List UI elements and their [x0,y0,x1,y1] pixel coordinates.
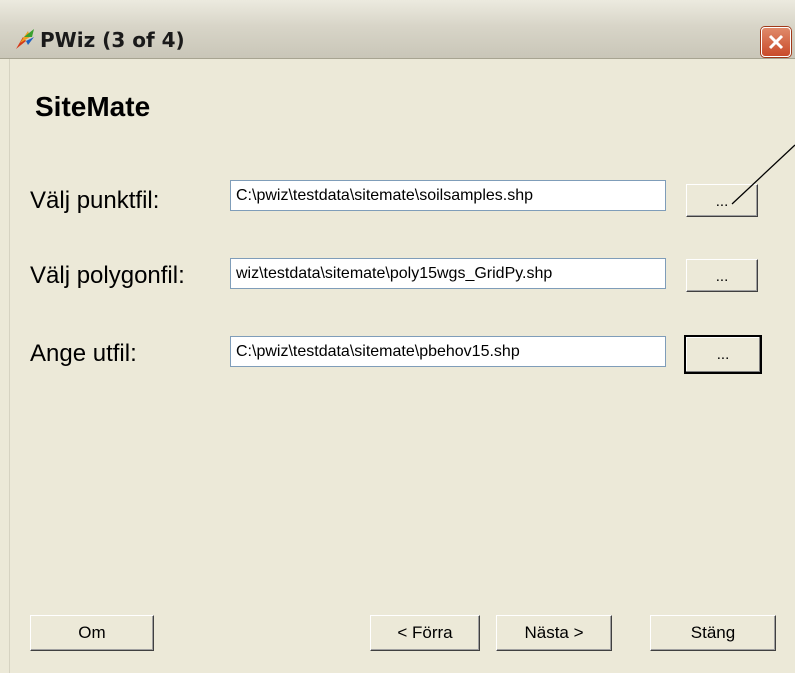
browse-output-file-button[interactable]: ... [684,335,762,374]
close-window-button[interactable] [761,27,791,57]
back-button[interactable]: < Förra [370,615,480,651]
output-file-input[interactable]: C:\pwiz\testdata\sitemate\pbehov15.shp [230,336,666,367]
point-file-label: Välj punktfil: [30,187,160,214]
browse-polygon-file-button[interactable]: ... [686,259,758,292]
next-button[interactable]: Nästa > [496,615,612,651]
browse-point-file-button[interactable]: ... [686,184,758,217]
polygon-file-label: Välj polygonfil: [30,262,185,289]
output-file-label: Ange utfil: [30,340,137,367]
close-icon [768,34,784,50]
window-left-edge [0,0,10,673]
page-heading: SiteMate [35,91,151,122]
title-bar[interactable]: PWiz (3 of 4) [0,0,795,59]
pwiz-app-icon [16,29,34,49]
close-button[interactable]: Stäng [650,615,776,651]
about-button[interactable]: Om [30,615,154,651]
window-title: PWiz (3 of 4) [40,28,185,52]
wizard-window: PWiz (3 of 4) SiteMate Välj punktfil: C:… [0,0,795,673]
point-file-input[interactable]: C:\pwiz\testdata\sitemate\soilsamples.sh… [230,180,666,211]
polygon-file-input[interactable]: wiz\testdata\sitemate\poly15wgs_GridPy.s… [230,258,666,289]
